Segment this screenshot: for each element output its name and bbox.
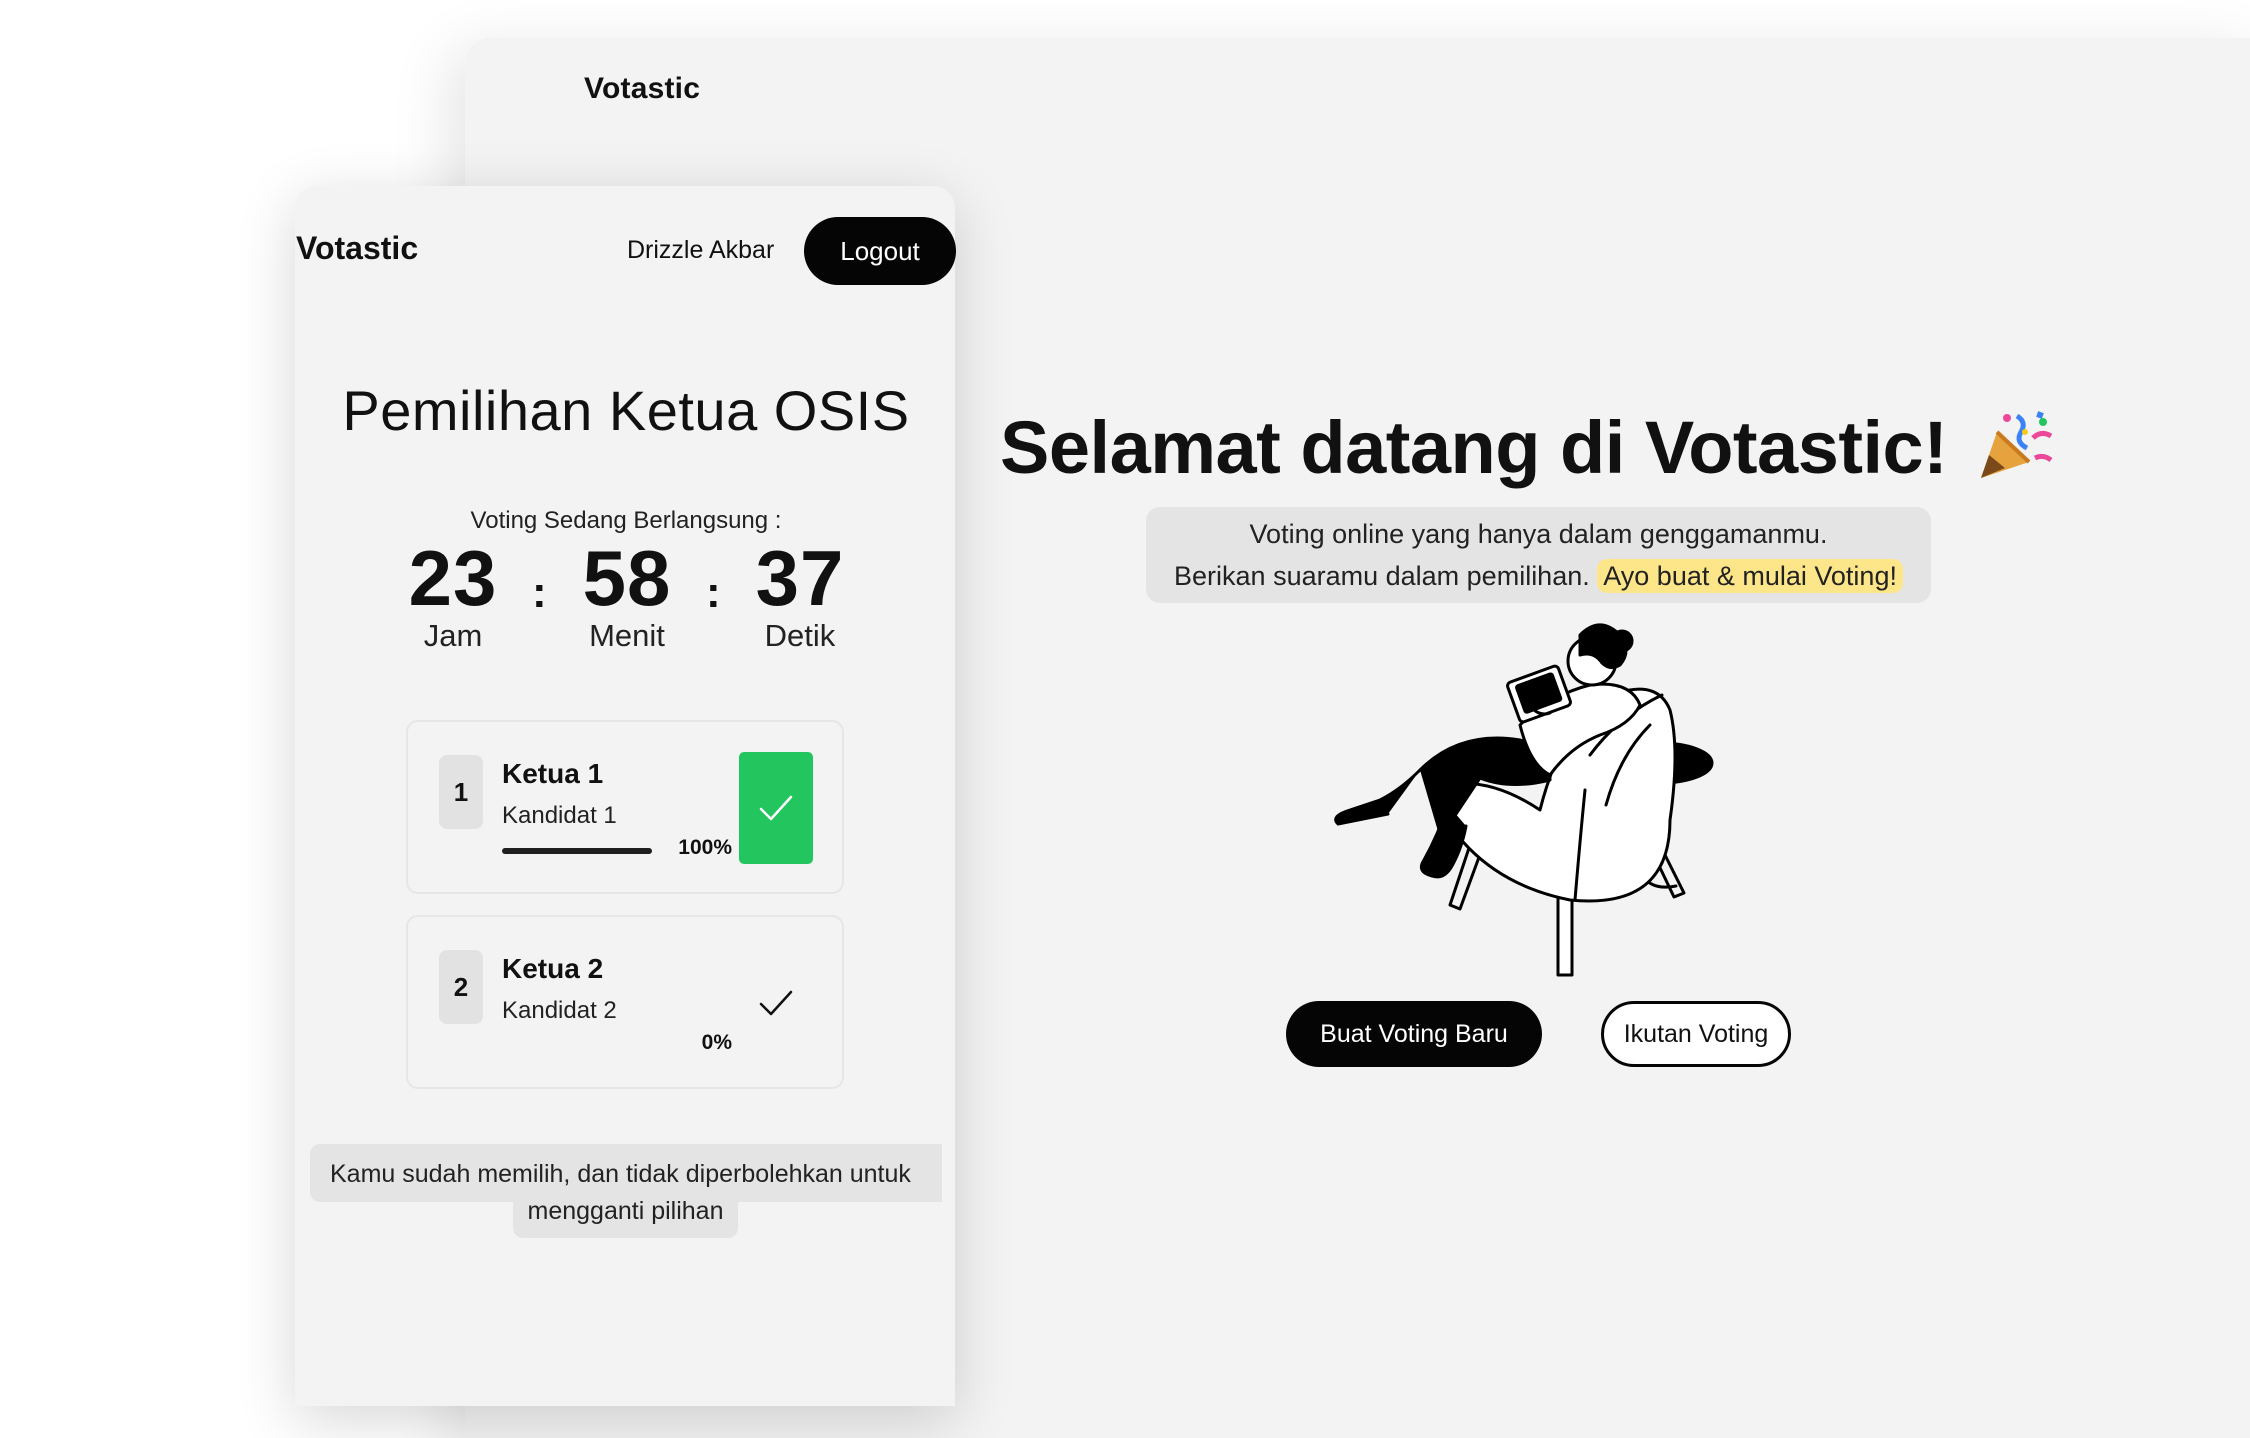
timer-hours: 23 — [408, 534, 498, 622]
candidate-card: 2 Ketua 2 Kandidat 2 0% — [406, 915, 844, 1089]
election-title: Pemilihan Ketua OSIS — [342, 379, 910, 442]
vote-percent: 100% — [678, 836, 732, 859]
hero-title-text: Selamat datang di Votastic! — [1000, 406, 1948, 489]
hero-subtitle-box: Voting online yang hanya dalam genggaman… — [1146, 507, 1931, 603]
logout-button[interactable]: Logout — [804, 217, 956, 285]
vote-progress-bar — [502, 848, 652, 854]
desktop-brand-logo[interactable]: Votastic — [584, 72, 700, 106]
join-voting-button[interactable]: Ikutan Voting — [1601, 1001, 1791, 1067]
candidate-card: 1 Ketua 1 Kandidat 1 100% — [406, 720, 844, 894]
timer-seconds: 37 — [755, 534, 845, 622]
candidate-name: Ketua 1 — [502, 758, 604, 789]
hero-subtitle-line2-text: Berikan suaramu dalam pemilihan. — [1174, 561, 1590, 591]
already-voted-notice-continued: mengganti pilihan — [513, 1196, 738, 1238]
vote-percent: 0% — [701, 1031, 732, 1054]
timer-colon: : — [532, 568, 547, 617]
timer-colon: : — [706, 568, 721, 617]
timer-hours-label: Jam — [423, 618, 483, 653]
candidate-number: 1 — [439, 755, 483, 829]
select-candidate-button[interactable] — [739, 752, 813, 864]
party-popper-icon — [1977, 408, 2057, 499]
hero-title: Selamat datang di Votastic! — [1000, 405, 2057, 499]
mobile-brand-logo[interactable]: Votastic — [296, 230, 418, 267]
candidate-subtitle: Kandidat 1 — [502, 802, 617, 829]
timer-minutes: 58 — [582, 534, 672, 622]
candidate-number: 2 — [439, 950, 483, 1024]
hero-subtitle-line1: Voting online yang hanya dalam genggaman… — [1249, 519, 1828, 549]
candidate-name: Ketua 2 — [502, 953, 604, 984]
candidate-subtitle: Kandidat 2 — [502, 997, 617, 1024]
hero-subtitle-line2: Berikan suaramu dalam pemilihan. Ayo bua… — [1146, 555, 1931, 597]
check-icon — [759, 990, 793, 1016]
vote-progress-fill — [502, 848, 652, 854]
select-candidate-button[interactable] — [739, 947, 813, 1059]
timer-minutes-label: Menit — [589, 618, 665, 653]
person-reading-tablet-illustration — [1330, 615, 1750, 985]
create-voting-button[interactable]: Buat Voting Baru — [1286, 1001, 1542, 1067]
user-name: Drizzle Akbar — [627, 236, 775, 264]
already-voted-notice: Kamu sudah memilih, dan tidak diperboleh… — [310, 1144, 942, 1202]
timer-seconds-label: Detik — [764, 618, 836, 653]
hero-highlight: Ayo buat & mulai Voting! — [1597, 559, 1903, 593]
check-icon — [759, 795, 793, 821]
voting-status: Voting Sedang Berlangsung : — [470, 507, 782, 534]
